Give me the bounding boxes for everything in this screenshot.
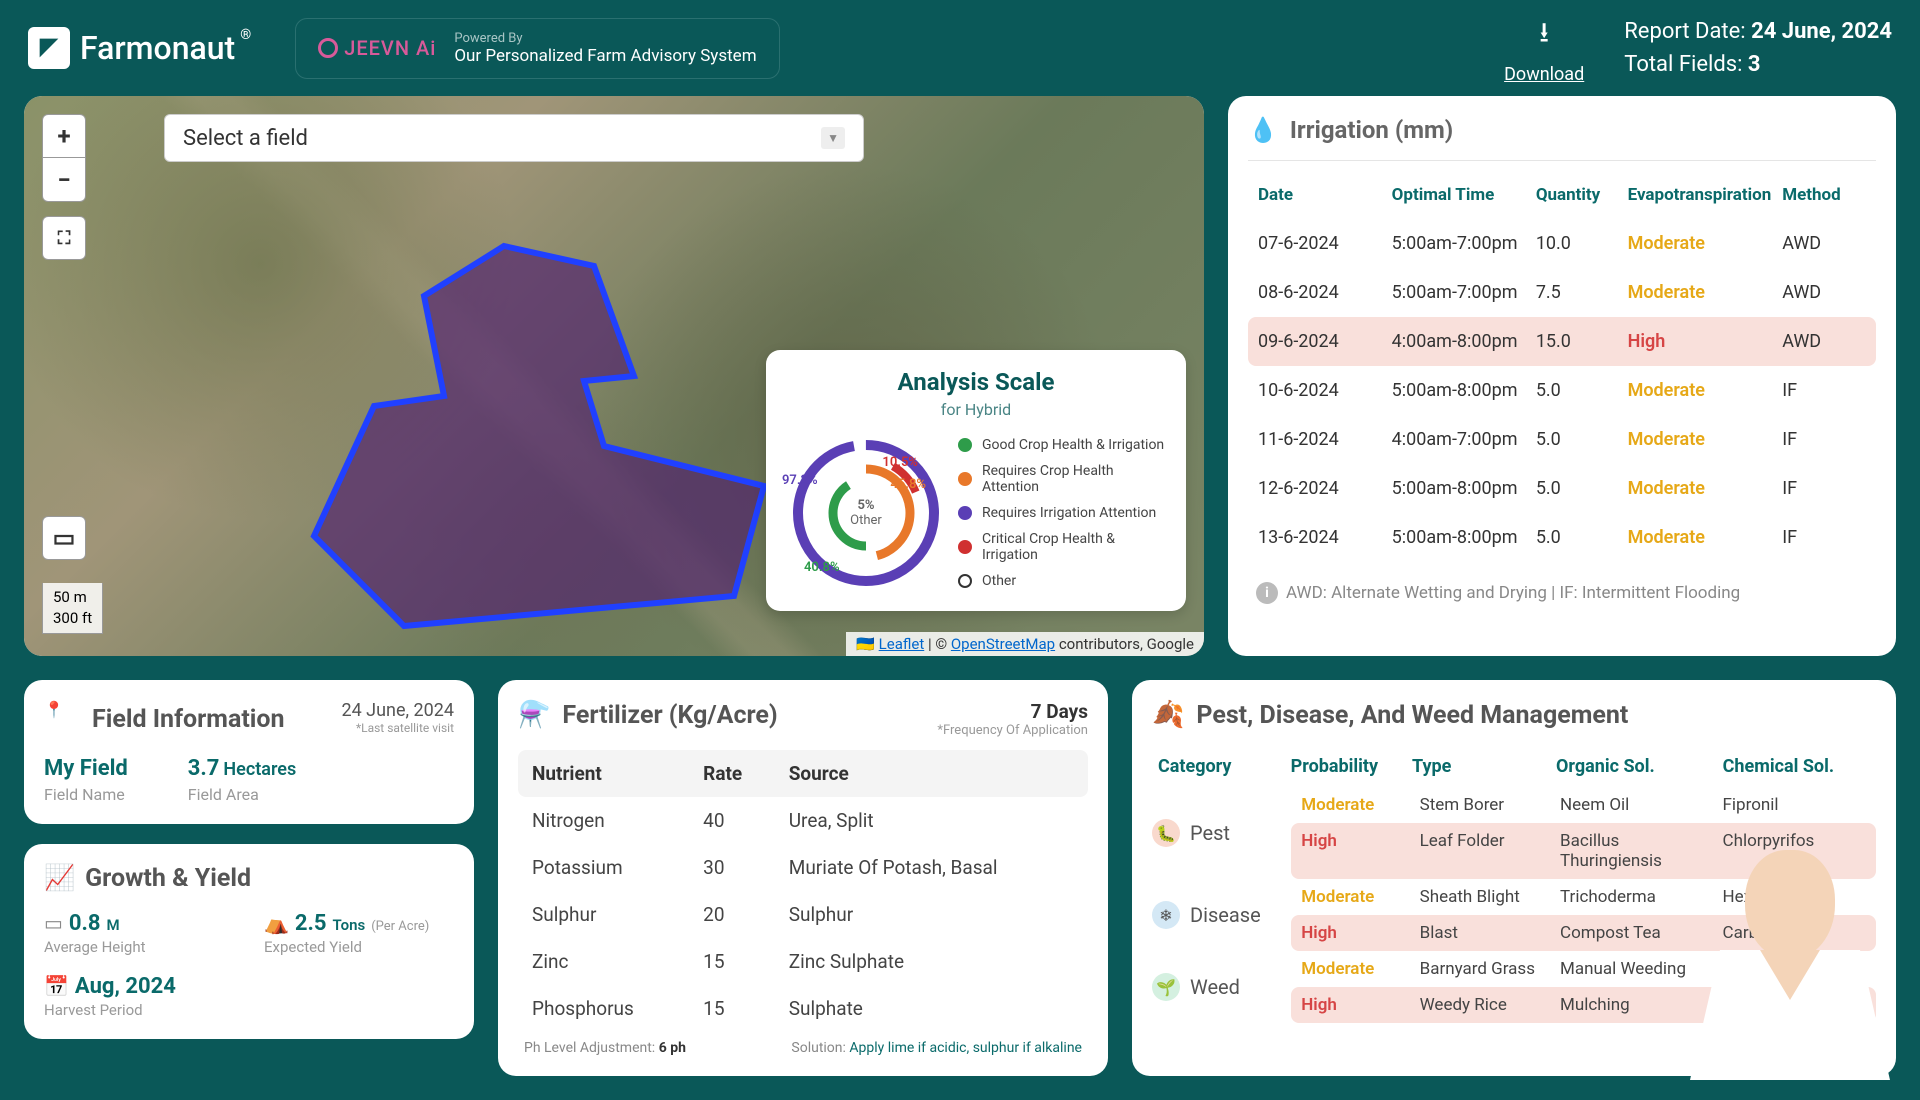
irrigation-row: 08-6-20245:00am-7:00pm7.5ModerateAWD: [1248, 268, 1876, 317]
legend-item: Other: [958, 573, 1166, 589]
jeevn-powered-label: Powered By: [454, 31, 756, 46]
irrigation-card: 💧 Irrigation (mm) DateOptimal TimeQuanti…: [1228, 96, 1896, 656]
map-attribution: 🇺🇦 Leaflet | © OpenStreetMap contributor…: [846, 632, 1204, 656]
field-area-value: 3.7: [188, 756, 220, 781]
brand-name: Farmonaut®: [80, 29, 235, 67]
farmonaut-icon: [28, 27, 70, 69]
field-info-title: Field Information: [92, 705, 285, 734]
analysis-scale-panel: Analysis Scale for Hybrid 5%Other 97.2% …: [766, 350, 1186, 611]
zoom-out-button[interactable]: −: [42, 158, 86, 202]
header: Farmonaut® JEEVN Ai Powered By Our Perso…: [0, 0, 1920, 96]
map-zoom-controls: + − ⛶: [42, 114, 86, 260]
leaflet-link[interactable]: Leaflet: [879, 635, 925, 653]
assistant-avatar: [1690, 820, 1890, 1080]
leaf-icon: 🍂: [1152, 700, 1184, 730]
field-boundary-polygon[interactable]: [304, 236, 774, 636]
growth-item: ▭0.8MAverage Height: [44, 911, 234, 956]
flask-icon: ⚗️: [518, 700, 550, 730]
growth-yield-card: 📈 Growth & Yield ▭0.8MAverage Height⛺2.5…: [24, 844, 474, 1039]
field-visit-date: 24 June, 2024: [341, 700, 454, 721]
brand-logo: Farmonaut®: [28, 27, 235, 69]
irrigation-note: i AWD: Alternate Wetting and Drying | IF…: [1248, 574, 1876, 612]
irrigation-table: DateOptimal TimeQuantityEvapotranspirati…: [1248, 171, 1876, 562]
analysis-donut-chart: 5%Other 97.2% 10.5% 45.8% 40.8%: [786, 433, 946, 593]
pest-row: ModerateStem BorerNeem OilFipronil: [1291, 787, 1876, 823]
fertilizer-row: Nitrogen40Urea, Split: [518, 797, 1088, 844]
download-button[interactable]: ⭳ Download: [1504, 12, 1584, 85]
legend-item: Good Crop Health & Irrigation: [958, 437, 1166, 453]
measure-button[interactable]: ▭: [42, 516, 86, 560]
fertilizer-row: Sulphur20Sulphur: [518, 891, 1088, 938]
osm-link[interactable]: OpenStreetMap: [951, 635, 1055, 653]
fertilizer-row: Zinc15Zinc Sulphate: [518, 938, 1088, 985]
fertilizer-footer: Ph Level Adjustment: 6 ph Solution: Appl…: [518, 1040, 1088, 1056]
growth-item: ⛺2.5Tons(Per Acre)Expected Yield: [264, 911, 454, 956]
fertilizer-row: Phosphorus15Sulphate: [518, 985, 1088, 1032]
fertilizer-card: ⚗️ Fertilizer (Kg/Acre) 7 Days *Frequenc…: [498, 680, 1108, 1076]
irrigation-row: 12-6-20245:00am-8:00pm5.0ModerateIF: [1248, 464, 1876, 513]
fullscreen-button[interactable]: ⛶: [42, 216, 86, 260]
legend-item: Requires Irrigation Attention: [958, 505, 1166, 521]
growth-item: 📅Aug, 2024Harvest Period: [44, 974, 234, 1019]
field-name-value: My Field: [44, 756, 128, 781]
jeevn-description: Our Personalized Farm Advisory System: [454, 46, 756, 66]
legend-item: Requires Crop Health Attention: [958, 463, 1166, 495]
analysis-subtitle: for Hybrid: [786, 400, 1166, 419]
map-scale: 50 m300 ft: [42, 583, 103, 634]
growth-icon: 📈: [44, 864, 75, 893]
download-icon: ⭳: [1539, 12, 1549, 60]
irrigation-row: 11-6-20244:00am-7:00pm5.0ModerateIF: [1248, 415, 1876, 464]
map-card[interactable]: + − ⛶ ▭ Select a field Analysis Scale fo…: [24, 96, 1204, 656]
info-icon: i: [1256, 582, 1278, 604]
irrigation-row: 10-6-20245:00am-8:00pm5.0ModerateIF: [1248, 366, 1876, 415]
irrigation-title: Irrigation (mm): [1290, 116, 1453, 144]
analysis-legend: Good Crop Health & Irrigation Requires Cr…: [958, 437, 1166, 589]
analysis-title: Analysis Scale: [786, 368, 1166, 396]
field-info-card: 📍 Field Information 24 June, 2024 *Last …: [24, 680, 474, 824]
irrigation-row: 07-6-20245:00am-7:00pm10.0ModerateAWD: [1248, 219, 1876, 268]
irrigation-row: 09-6-20244:00am-8:00pm15.0HighAWD: [1248, 317, 1876, 366]
jeevn-logo: JEEVN Ai: [318, 36, 436, 60]
report-info: Report Date: 24 June, 2024 Total Fields:…: [1624, 15, 1892, 81]
zoom-in-button[interactable]: +: [42, 114, 86, 158]
legend-item: Critical Crop Health & Irrigation: [958, 531, 1166, 563]
field-select-dropdown[interactable]: Select a field: [164, 114, 864, 162]
location-icon: 📍: [44, 700, 82, 738]
irrigation-row: 13-6-20245:00am-8:00pm5.0ModerateIF: [1248, 513, 1876, 562]
fertilizer-frequency: 7 Days: [937, 700, 1088, 723]
fertilizer-row: Potassium30Muriate Of Potash, Basal: [518, 844, 1088, 891]
irrigation-icon: 💧: [1248, 116, 1278, 144]
jeevn-badge: JEEVN Ai Powered By Our Personalized Far…: [295, 18, 779, 79]
